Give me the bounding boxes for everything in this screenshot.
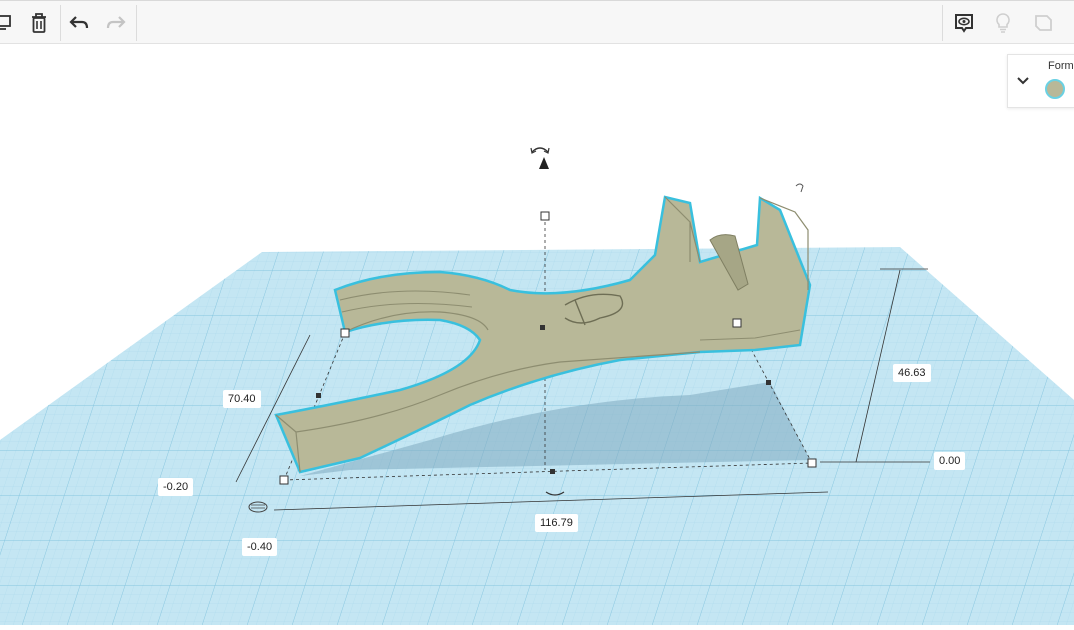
- elevation-label[interactable]: 0.00: [934, 452, 966, 470]
- delete-button[interactable]: [23, 7, 55, 39]
- lift-arrow-icon[interactable]: [539, 157, 549, 169]
- top-toolbar: [0, 0, 1074, 44]
- lightbulb-icon: [996, 13, 1010, 33]
- y-offset-label[interactable]: -0.40: [242, 538, 278, 556]
- rotate-handle-icon[interactable]: [530, 147, 550, 154]
- undo-button[interactable]: [63, 7, 95, 39]
- show-hide-button[interactable]: [948, 7, 980, 39]
- trash-icon: [32, 13, 46, 33]
- redo-button[interactable]: [100, 7, 132, 39]
- note-icon: [1035, 15, 1052, 31]
- copy-button[interactable]: [0, 7, 20, 39]
- rotate-handle-small-icon[interactable]: [795, 183, 804, 193]
- show-hide-icon: [955, 14, 973, 33]
- x-offset-label[interactable]: -0.20: [158, 478, 194, 496]
- undo-icon: [69, 16, 89, 29]
- width-label[interactable]: 116.79: [535, 514, 578, 532]
- workplane-canvas[interactable]: [0, 44, 1074, 625]
- workplane-viewport[interactable]: 70.40 46.63 0.00 -0.20 -0.40 116.79: [0, 44, 1074, 625]
- notes-button[interactable]: [1027, 7, 1059, 39]
- copy-icon: [0, 15, 11, 30]
- depth-label[interactable]: 70.40: [223, 390, 261, 408]
- note-button[interactable]: [987, 7, 1019, 39]
- redo-icon: [106, 16, 126, 29]
- height-label[interactable]: 46.63: [893, 364, 931, 382]
